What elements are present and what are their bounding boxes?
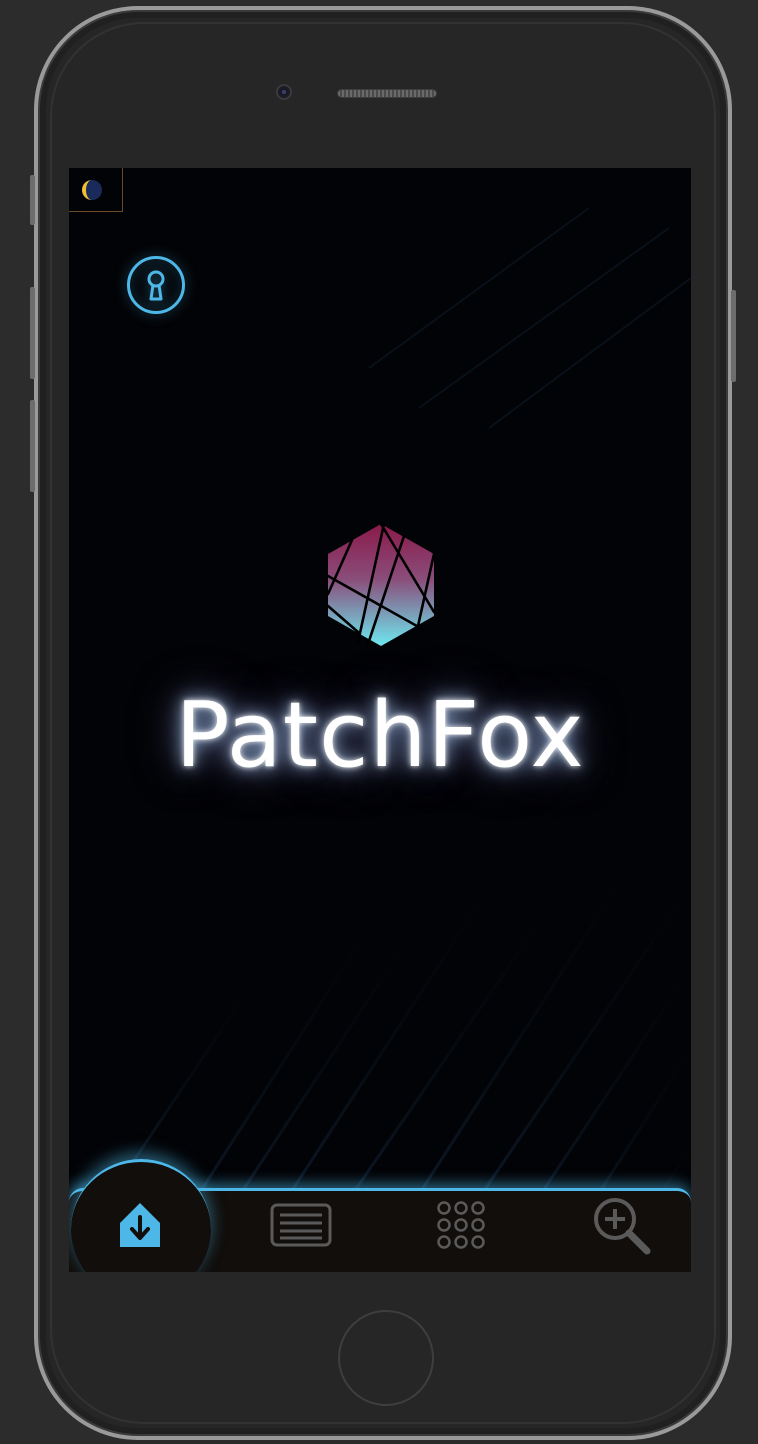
zoom-in-icon <box>594 1198 651 1255</box>
front-camera <box>276 84 292 100</box>
app-screen: PatchFox <box>69 168 691 1272</box>
home-inbox-icon <box>120 1203 160 1247</box>
keyhole-icon <box>127 256 185 314</box>
brand-title: PatchFox <box>175 683 585 788</box>
half-moon-icon <box>82 180 102 200</box>
theme-toggle-button[interactable] <box>69 168 123 212</box>
volume-up-button <box>30 287 35 379</box>
tab-apps[interactable] <box>421 1191 501 1272</box>
bottom-tab-bar <box>69 1159 691 1272</box>
tab-public-feed[interactable] <box>261 1191 341 1272</box>
newspaper-icon <box>270 1203 332 1247</box>
grid-dots-icon <box>437 1201 485 1249</box>
power-button <box>731 290 736 382</box>
volume-down-button <box>30 400 35 492</box>
tab-home[interactable] <box>99 1191 183 1272</box>
mute-switch <box>30 175 35 225</box>
lock-button[interactable] <box>126 255 186 315</box>
tab-search[interactable] <box>581 1191 665 1272</box>
home-hardware-button[interactable] <box>338 1310 434 1406</box>
earpiece-speaker <box>337 89 437 98</box>
patchfox-logo <box>326 522 436 646</box>
